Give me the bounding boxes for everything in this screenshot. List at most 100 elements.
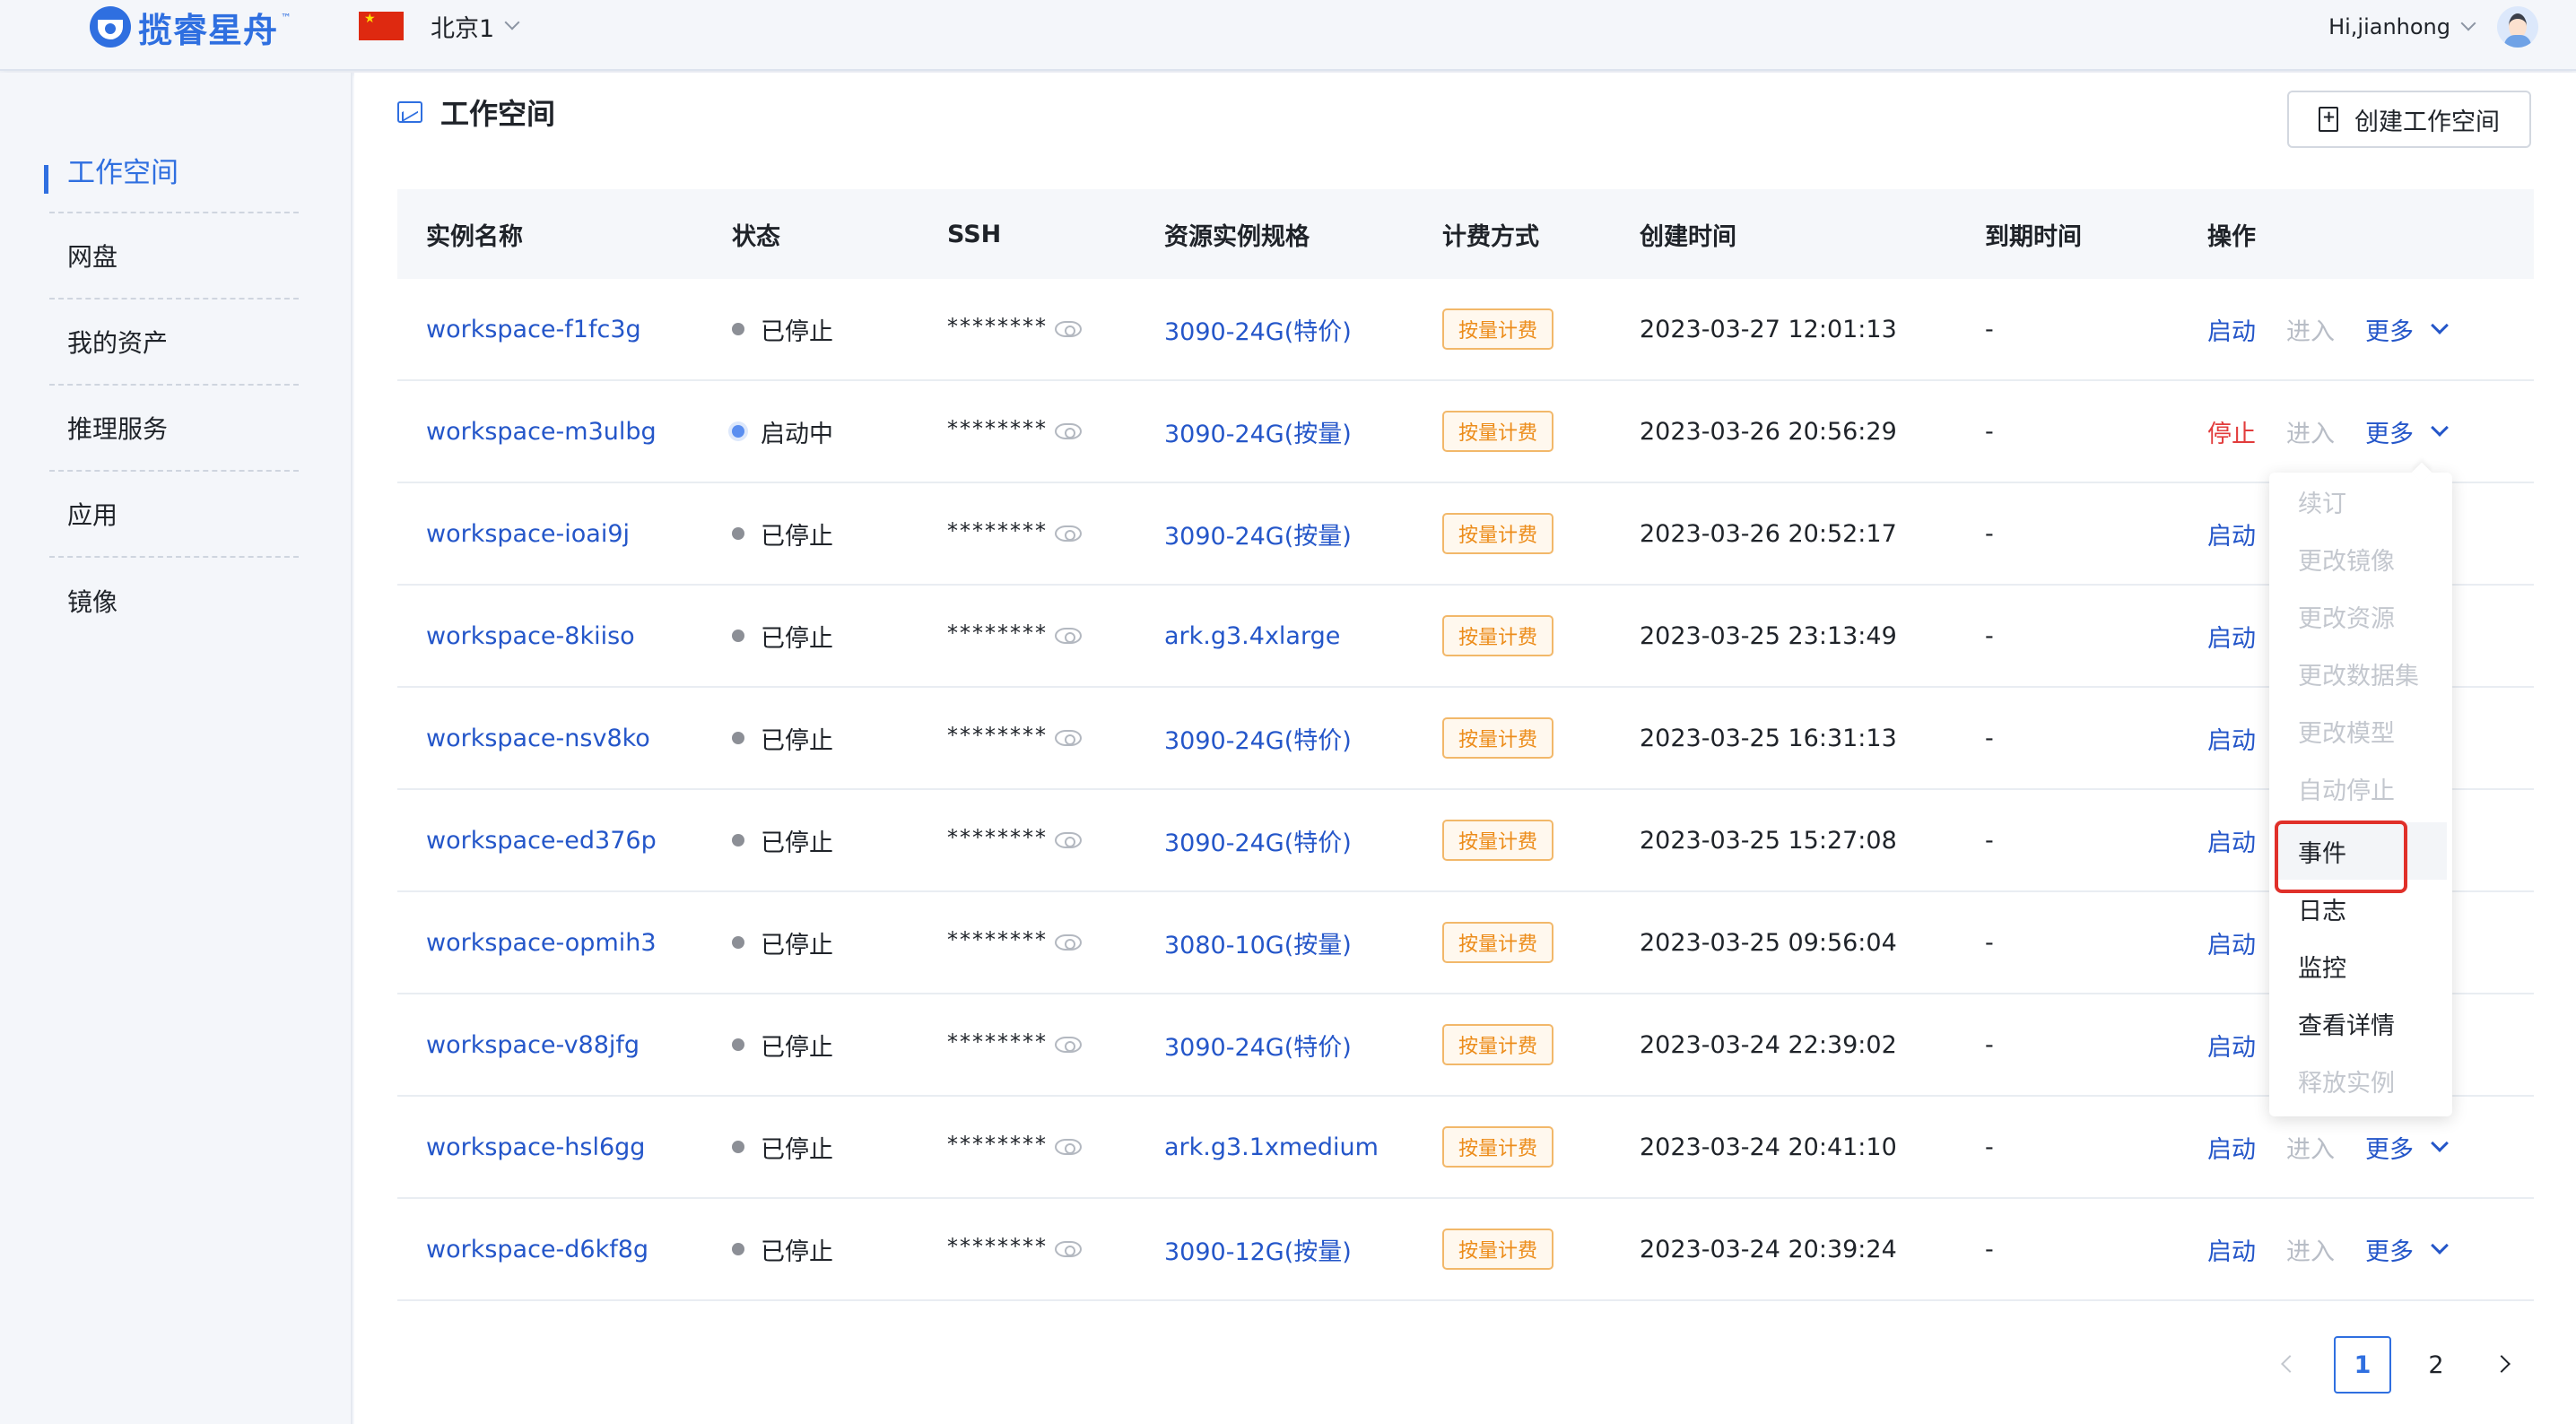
sidebar-item-images[interactable]: 镜像 (49, 558, 299, 644)
spec-link[interactable]: 3090-24G(特价) (1164, 994, 1352, 1095)
pagination: 1 2 (2269, 1336, 2538, 1394)
spec-link[interactable]: 3080-10G(按量) (1164, 892, 1352, 993)
chevron-left-icon (2281, 1355, 2299, 1373)
eye-icon[interactable] (1055, 628, 1082, 644)
menu-item-view-details[interactable]: 查看详情 (2269, 994, 2452, 1052)
start-button[interactable]: 启动 (2207, 823, 2256, 858)
status-cell: 已停止 (732, 586, 833, 686)
start-button[interactable]: 启动 (2207, 312, 2256, 347)
page-button[interactable]: 2 (2407, 1336, 2465, 1394)
instance-name-link[interactable]: workspace-f1fc3g (426, 279, 641, 379)
enter-button[interactable]: 进入 (2286, 1130, 2335, 1165)
page-button-current[interactable]: 1 (2334, 1336, 2391, 1394)
sidebar-item-apps[interactable]: 应用 (49, 472, 299, 558)
start-button[interactable]: 启动 (2207, 1028, 2256, 1063)
menu-item-monitor[interactable]: 监控 (2269, 937, 2452, 994)
status-cell: 启动中 (732, 381, 833, 482)
eye-icon[interactable] (1055, 423, 1082, 439)
instance-name-link[interactable]: workspace-opmih3 (426, 892, 657, 993)
eye-icon[interactable] (1055, 525, 1082, 542)
eye-icon[interactable] (1055, 934, 1082, 951)
instance-name-link[interactable]: workspace-ioai9j (426, 483, 630, 584)
ssh-masked: ******** (947, 1029, 1048, 1055)
instance-name-link[interactable]: workspace-8kiiso (426, 586, 635, 686)
spec-link[interactable]: 3090-24G(按量) (1164, 483, 1352, 584)
status-cell: 已停止 (732, 994, 833, 1095)
brand-logo[interactable]: 揽睿星舟 ™ (90, 5, 292, 50)
sidebar-item-my-assets[interactable]: 我的资产 (49, 300, 299, 386)
ssh-cell: ******** (947, 790, 1082, 890)
instance-name-link[interactable]: workspace-d6kf8g (426, 1199, 648, 1299)
start-button[interactable]: 启动 (2207, 721, 2256, 756)
spec-link[interactable]: 3090-24G(特价) (1164, 688, 1352, 788)
instance-name-link[interactable]: workspace-hsl6gg (426, 1097, 645, 1197)
region-selector[interactable]: 北京1 (359, 11, 520, 43)
eye-icon[interactable] (1055, 1139, 1082, 1155)
spec-link[interactable]: 3090-24G(按量) (1164, 381, 1352, 482)
start-button[interactable]: 启动 (2207, 517, 2256, 551)
ssh-cell: ******** (947, 892, 1082, 993)
enter-button[interactable]: 进入 (2286, 1232, 2335, 1267)
sidebar-item-label: 镜像 (67, 587, 118, 617)
instance-name-link[interactable]: workspace-ed376p (426, 790, 657, 890)
more-button[interactable]: 更多 (2365, 1130, 2449, 1165)
actions-cell: 停止 进入 更多 (2207, 381, 2449, 482)
sidebar-item-netdisk[interactable]: 网盘 (49, 213, 299, 300)
page-header: 工作空间 (397, 92, 555, 132)
billing-cell: 按量计费 (1442, 586, 1554, 686)
ssh-cell: ******** (947, 688, 1082, 788)
create-workspace-button[interactable]: 创建工作空间 (2287, 91, 2531, 148)
table-row: workspace-8kiiso 已停止 ******** ark.g3.4xl… (397, 586, 2534, 688)
expire-time: - (1985, 1030, 1994, 1059)
instance-name-link[interactable]: workspace-v88jfg (426, 994, 640, 1095)
spec-link[interactable]: 3090-24G(特价) (1164, 279, 1352, 379)
billing-cell: 按量计费 (1442, 483, 1554, 584)
eye-icon[interactable] (1055, 1241, 1082, 1257)
status-cell: 已停止 (732, 483, 833, 584)
more-button[interactable]: 更多 (2365, 414, 2449, 449)
stop-button[interactable]: 停止 (2207, 414, 2256, 449)
billing-tag: 按量计费 (1442, 1024, 1554, 1065)
status-text: 已停止 (761, 726, 833, 755)
spec-link[interactable]: 3090-12G(按量) (1164, 1199, 1352, 1299)
created-time: 2023-03-24 22:39:02 (1640, 1030, 1897, 1059)
eye-icon[interactable] (1055, 1037, 1082, 1053)
ssh-masked: ******** (947, 518, 1048, 543)
spec-link[interactable]: ark.g3.1xmedium (1164, 1097, 1379, 1197)
start-button[interactable]: 启动 (2207, 925, 2256, 960)
menu-item-change-model: 更改模型 (2298, 719, 2395, 748)
avatar[interactable] (2497, 6, 2538, 48)
enter-button[interactable]: 进入 (2286, 414, 2335, 449)
start-button[interactable]: 启动 (2207, 1232, 2256, 1267)
spec-link[interactable]: ark.g3.4xlarge (1164, 586, 1340, 686)
instance-name-link[interactable]: workspace-m3ulbg (426, 381, 657, 482)
sidebar-item-label: 我的资产 (67, 328, 169, 358)
status-dot-icon (732, 936, 744, 949)
more-button[interactable]: 更多 (2365, 312, 2449, 347)
status-dot-icon (732, 630, 744, 642)
billing-tag: 按量计费 (1442, 1229, 1554, 1270)
expire-time: - (1985, 417, 1994, 446)
eye-icon[interactable] (1055, 832, 1082, 848)
eye-icon[interactable] (1055, 321, 1082, 337)
more-button[interactable]: 更多 (2365, 1232, 2449, 1267)
more-label: 更多 (2365, 1135, 2414, 1164)
sidebar-item-inference[interactable]: 推理服务 (49, 386, 299, 472)
spec-link[interactable]: 3090-24G(特价) (1164, 790, 1352, 890)
enter-button[interactable]: 进入 (2286, 312, 2335, 347)
ssh-masked: ******** (947, 927, 1048, 952)
chevron-right-icon[interactable] (2493, 1355, 2511, 1373)
status-dot-icon (732, 425, 744, 438)
expire-time: - (1985, 519, 1994, 548)
created-time: 2023-03-25 23:13:49 (1640, 621, 1897, 650)
sidebar-item-workspace[interactable]: 工作空间 (44, 127, 299, 213)
start-button[interactable]: 启动 (2207, 1130, 2256, 1165)
status-cell: 已停止 (732, 279, 833, 379)
column-header-name: 实例名称 (426, 222, 523, 251)
instance-name-link[interactable]: workspace-nsv8ko (426, 688, 650, 788)
created-time: 2023-03-25 16:31:13 (1640, 724, 1897, 752)
eye-icon[interactable] (1055, 730, 1082, 746)
start-button[interactable]: 启动 (2207, 619, 2256, 654)
user-menu[interactable]: Hi,jianhong (2328, 6, 2538, 48)
logo-text: 揽睿星舟 (138, 10, 279, 50)
